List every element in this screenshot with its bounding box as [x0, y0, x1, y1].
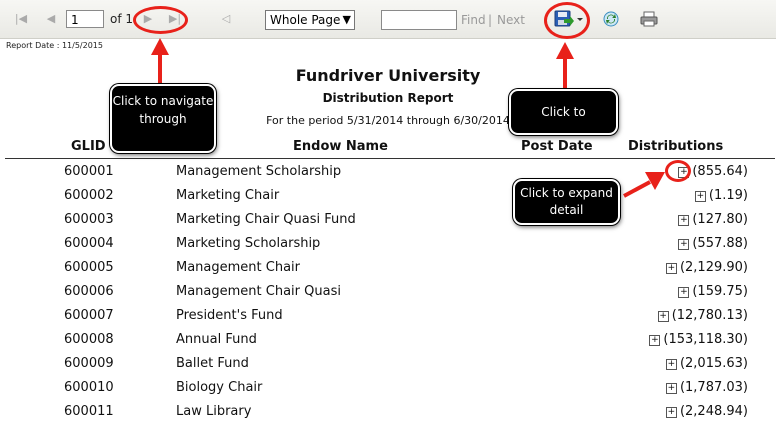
navigate-callout-text: Click to navigate through [112, 94, 214, 126]
expand-callout: Click to expand detail [513, 179, 620, 225]
export-callout: Click to [509, 89, 618, 135]
navigate-callout: Click to navigate through [110, 84, 216, 153]
export-callout-text: Click to [541, 105, 586, 119]
expand-callout-text: Click to expand detail [520, 186, 613, 217]
annotation-arrows [151, 38, 665, 198]
